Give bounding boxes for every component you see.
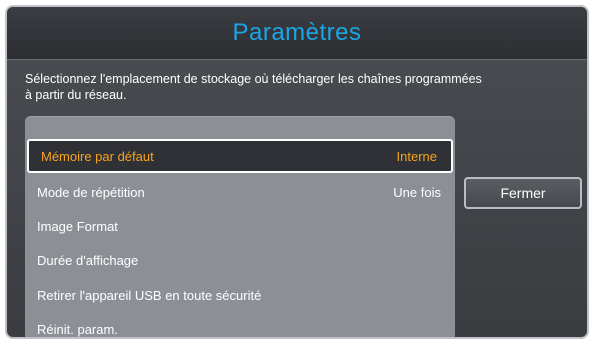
settings-menu: Mémoire par défaut Interne Mode de répét…	[25, 116, 455, 337]
dialog-description: Sélectionnez l'emplacement de stockage o…	[25, 72, 482, 102]
menu-item-label: Mode de répétition	[37, 184, 145, 200]
menu-item-image-format[interactable]: Image Format	[25, 209, 455, 243]
menu-item-label: Image Format	[37, 218, 118, 234]
title-bar: Paramètres	[7, 7, 587, 60]
menu-item-repeat-mode[interactable]: Mode de répétition Une fois	[25, 175, 455, 209]
menu-item-label: Réinit. param.	[37, 321, 118, 337]
menu-item-value: Une fois	[393, 184, 441, 200]
close-button[interactable]: Fermer	[464, 177, 582, 209]
menu-item-label: Durée d'affichage	[37, 252, 139, 268]
menu-item-safe-remove-usb[interactable]: Retirer l'appareil USB en toute sécurité	[25, 278, 455, 312]
menu-item-value: Interne	[396, 148, 437, 164]
menu-item-label: Mémoire par défaut	[41, 148, 154, 164]
settings-dialog: Paramètres Sélectionnez l'emplacement de…	[5, 5, 589, 339]
menu-item-display-duration[interactable]: Durée d'affichage	[25, 243, 455, 277]
dialog-title: Paramètres	[232, 19, 362, 46]
menu-item-label: Retirer l'appareil USB en toute sécurité	[37, 287, 262, 303]
menu-item-default-memory[interactable]: Mémoire par défaut Interne	[27, 139, 453, 173]
menu-item-reset-settings[interactable]: Réinit. param.	[25, 312, 455, 337]
